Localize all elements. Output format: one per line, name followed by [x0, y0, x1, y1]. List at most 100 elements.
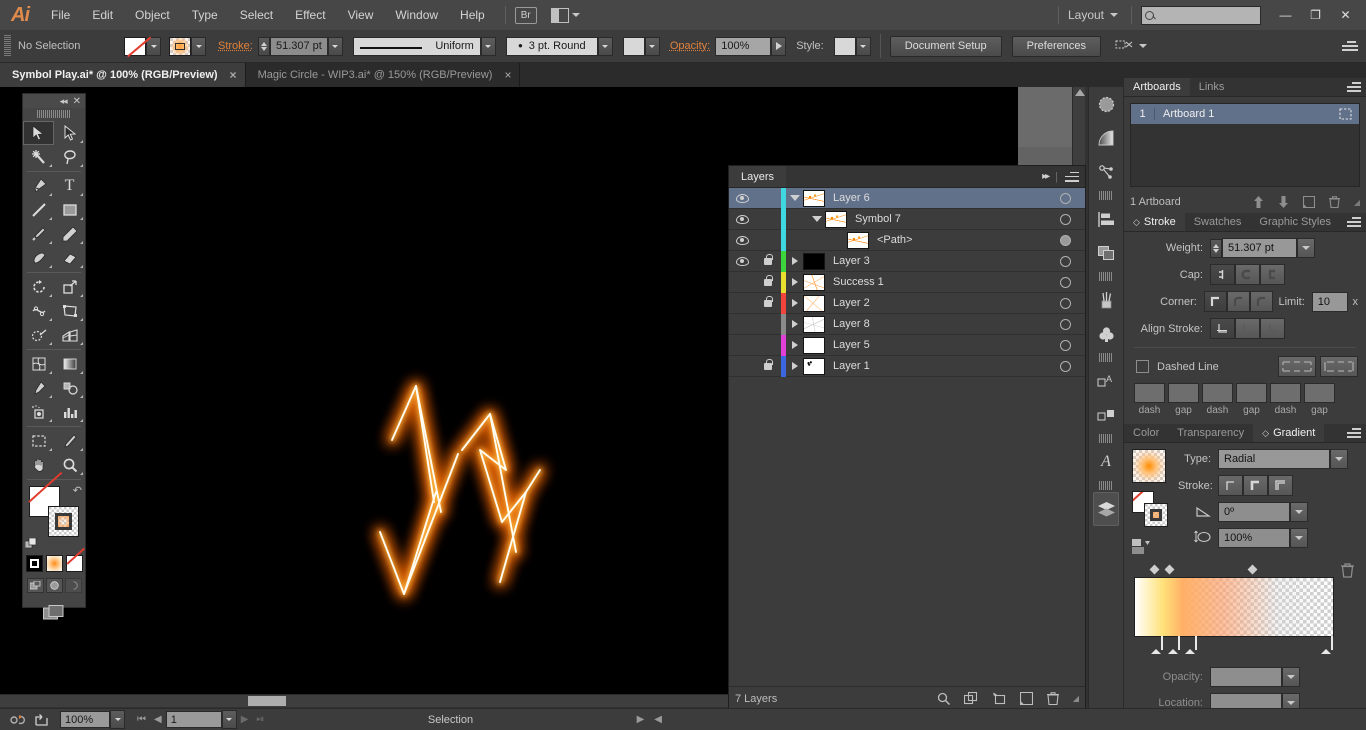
gradient-button[interactable]: [45, 555, 63, 572]
delete-stop-icon[interactable]: [1341, 563, 1354, 578]
layer-row[interactable]: Layer 3: [729, 250, 1085, 272]
layer-row[interactable]: Layer 1: [729, 355, 1085, 377]
rail-brushes-icon[interactable]: [1089, 87, 1123, 121]
visibility-toggle-icon[interactable]: [729, 235, 755, 245]
stroke-weight-stepper[interactable]: [257, 36, 270, 56]
tool-lasso[interactable]: [54, 145, 85, 169]
fill-swatch[interactable]: [124, 36, 146, 56]
gradient-preview-swatch[interactable]: [1132, 449, 1166, 483]
tool-magic-wand[interactable]: [23, 145, 54, 169]
tab-artboards[interactable]: Artboards: [1124, 78, 1190, 96]
menu-object[interactable]: Object: [124, 0, 181, 30]
menu-effect[interactable]: Effect: [284, 0, 336, 30]
miter-limit-field[interactable]: 10: [1311, 291, 1348, 312]
layer-target-circle[interactable]: [1045, 318, 1085, 330]
gradient-aspect-field[interactable]: 100%: [1218, 528, 1290, 548]
delete-layer-icon[interactable]: [1046, 692, 1059, 705]
gradient-midpoint-2[interactable]: [1164, 564, 1175, 575]
bridge-button[interactable]: Br: [514, 6, 537, 24]
gradient-stop-transparent[interactable]: [1321, 636, 1333, 654]
rail-align-icon[interactable]: [1089, 202, 1123, 236]
draw-normal-icon[interactable]: [26, 578, 44, 593]
reverse-gradient-icon[interactable]: [1132, 539, 1178, 555]
brush-profile-dropdown[interactable]: [480, 36, 496, 56]
close-panel-icon[interactable]: ✕: [73, 96, 81, 107]
document-tab-symbol-play[interactable]: Symbol Play.ai* @ 100% (RGB/Preview) ×: [0, 63, 246, 87]
stroke-panel-menu-icon[interactable]: [1347, 213, 1366, 231]
stroke-within-button[interactable]: [1218, 475, 1243, 496]
arrange-documents-button[interactable]: [550, 7, 580, 23]
align-outside-button[interactable]: [1260, 318, 1285, 339]
locate-object-icon[interactable]: [937, 692, 950, 705]
layer-name[interactable]: Success 1: [825, 276, 1045, 288]
rail-gradient-icon[interactable]: [1089, 121, 1123, 155]
gradient-panel-menu-icon[interactable]: [1347, 424, 1366, 442]
layer-name[interactable]: <Path>: [869, 234, 1045, 246]
layer-expand-icon[interactable]: [786, 257, 803, 265]
layer-name[interactable]: Layer 8: [825, 318, 1045, 330]
tool-blend[interactable]: [54, 376, 85, 400]
tool-gradient[interactable]: [54, 352, 85, 376]
tool-pen[interactable]: [23, 174, 54, 198]
gradient-type-select[interactable]: Radial: [1218, 449, 1330, 469]
delete-artboard-icon[interactable]: [1328, 196, 1340, 208]
gradient-midpoint-1[interactable]: [1149, 564, 1160, 575]
close-icon[interactable]: ×: [230, 68, 237, 82]
gradient-opacity-field[interactable]: [1210, 667, 1282, 687]
tool-column-graph[interactable]: [54, 400, 85, 424]
stroke-weight-dropdown[interactable]: [327, 36, 343, 56]
layer-row[interactable]: Layer 8: [729, 313, 1085, 335]
gradient-angle-field[interactable]: 0º: [1218, 502, 1290, 522]
butt-cap-button[interactable]: [1210, 264, 1235, 285]
gradient-type-dropdown[interactable]: [1330, 449, 1348, 469]
gradient-angle-dropdown[interactable]: [1290, 502, 1308, 522]
gradient-aspect-dropdown[interactable]: [1290, 528, 1308, 548]
tool-slice[interactable]: [54, 429, 85, 453]
move-down-icon[interactable]: [1278, 196, 1289, 208]
scroll-left-icon[interactable]: ◀: [650, 714, 666, 725]
stroke-across-button[interactable]: [1268, 475, 1293, 496]
layer-name[interactable]: Layer 6: [825, 192, 1045, 204]
control-bar-gripper[interactable]: [4, 35, 11, 57]
layer-expand-icon[interactable]: [786, 299, 803, 307]
layer-row[interactable]: Layer 5: [729, 334, 1085, 356]
gradient-stop-orange[interactable]: [1185, 636, 1197, 654]
round-join-button[interactable]: [1226, 291, 1250, 312]
tool-selection[interactable]: [23, 121, 54, 145]
layer-row[interactable]: <Path>: [729, 229, 1085, 251]
tool-symbol-sprayer[interactable]: [23, 400, 54, 424]
preferences-button[interactable]: Preferences: [1011, 35, 1101, 57]
make-sublayer-icon[interactable]: [963, 692, 978, 705]
close-button[interactable]: ✕: [1331, 5, 1360, 25]
dash-field-3[interactable]: [1270, 383, 1301, 403]
document-setup-button[interactable]: Document Setup: [889, 35, 1002, 57]
stroke-swatch-dropdown[interactable]: [191, 36, 206, 56]
release-to-layers-icon[interactable]: [992, 692, 1006, 705]
collapse-to-icons-icon[interactable]: ▸▸: [1042, 171, 1050, 182]
layer-target-circle[interactable]: [1045, 192, 1085, 204]
panel-menu-icon[interactable]: [1065, 171, 1079, 182]
graphic-style-dropdown[interactable]: [855, 36, 871, 56]
tool-line-segment[interactable]: [23, 198, 54, 222]
previous-artboard-icon[interactable]: ◀: [150, 714, 166, 725]
graphic-style-swatch[interactable]: [833, 36, 856, 56]
gradient-opacity-dropdown[interactable]: [1282, 667, 1300, 687]
layer-target-circle[interactable]: [1045, 339, 1085, 351]
gap-field-2[interactable]: [1236, 383, 1267, 403]
scroll-up-arrow-icon[interactable]: [1075, 89, 1085, 96]
stroke-weight-field-2[interactable]: 51.307 pt: [1222, 238, 1297, 258]
menu-edit[interactable]: Edit: [81, 0, 124, 30]
stroke-weight-stepper-2[interactable]: [1210, 238, 1222, 258]
tool-direct-selection[interactable]: [54, 121, 85, 145]
maximize-button[interactable]: ❐: [1301, 5, 1330, 25]
document-tab-magic-circle[interactable]: Magic Circle - WIP3.ai* @ 150% (RGB/Prev…: [245, 63, 521, 87]
menu-select[interactable]: Select: [229, 0, 284, 30]
lock-toggle-icon[interactable]: [755, 274, 781, 286]
visibility-toggle-icon[interactable]: [729, 214, 755, 224]
gradient-ramp[interactable]: [1134, 577, 1334, 637]
artboard-options-icon[interactable]: [1331, 108, 1359, 120]
layer-row[interactable]: Symbol 7: [729, 208, 1085, 230]
layer-expand-icon[interactable]: [786, 278, 803, 286]
gradient-stroke-swatch[interactable]: [1144, 503, 1168, 527]
tab-graphic-styles[interactable]: Graphic Styles: [1250, 213, 1340, 231]
